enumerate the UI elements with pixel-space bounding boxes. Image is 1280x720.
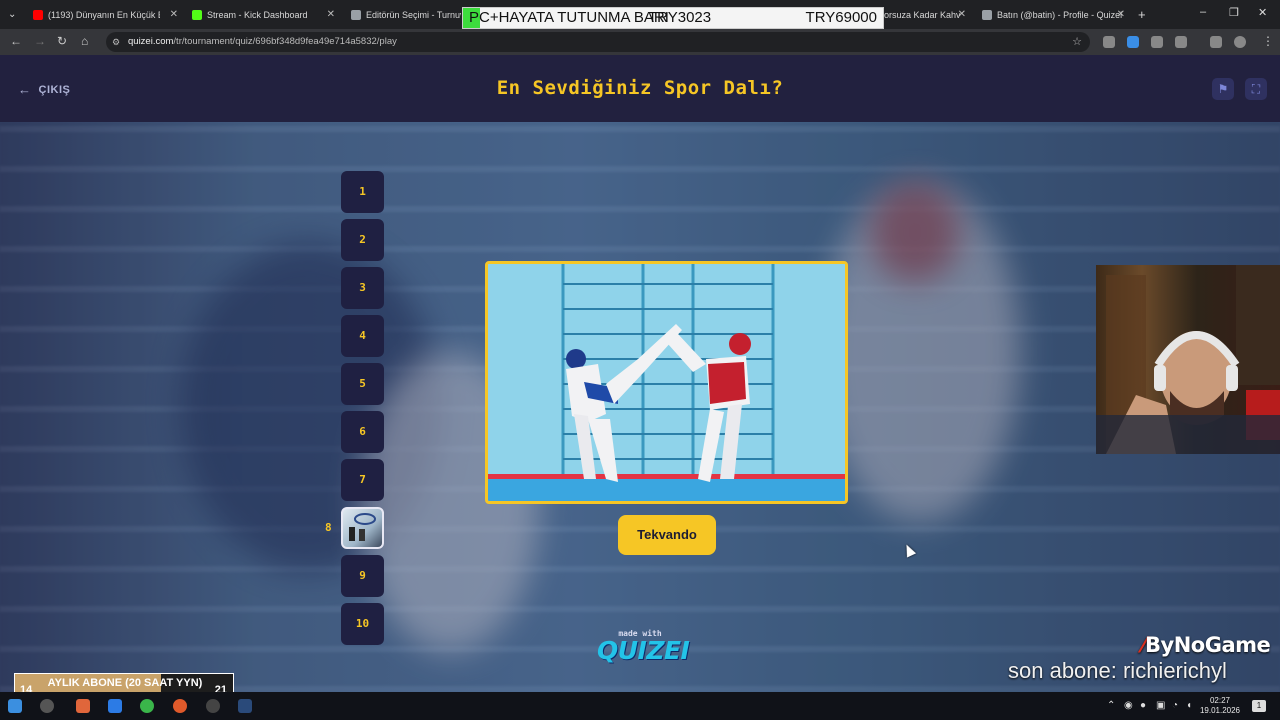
volume-icon[interactable]: ◖ xyxy=(1186,700,1192,711)
youtube-icon xyxy=(33,9,43,20)
forward-icon[interactable]: → xyxy=(34,34,46,48)
round-button-5[interactable]: 5 xyxy=(341,363,384,405)
round-button-8-current[interactable] xyxy=(341,507,384,549)
tab-title: Editörün Seçimi - Turnuva - xyxy=(366,9,461,20)
round-button-10[interactable]: 10 xyxy=(341,603,384,645)
taskbar-clock[interactable]: 02:27 19.01.2026 xyxy=(1198,696,1242,716)
new-tab-button[interactable]: + xyxy=(1138,4,1150,25)
url-bar[interactable]: ⚙ quizei.com/tr/tournament/quiz/696bf348… xyxy=(106,32,1090,52)
close-tab-icon[interactable]: ✕ xyxy=(327,9,335,20)
tab-youtube[interactable]: (1193) Dünyanın En Küçük Evle ✕ xyxy=(33,4,178,25)
quizei-icon xyxy=(351,9,361,20)
close-tab-icon[interactable]: ✕ xyxy=(1117,9,1125,20)
tab-editor-choice[interactable]: Editörün Seçimi - Turnuva - xyxy=(351,4,461,25)
round-button-2[interactable]: 2 xyxy=(341,219,384,261)
tray-chevron-icon[interactable]: ⌃ xyxy=(1107,700,1115,711)
round-button-6[interactable]: 6 xyxy=(341,411,384,453)
donation-goal: TRY69000 xyxy=(805,9,877,26)
tab-profile[interactable]: Batın (@batin) - Profile - Quizei ✕ xyxy=(982,4,1125,25)
microphone-icon[interactable]: ● xyxy=(1140,700,1146,711)
tab-search-button[interactable]: ⌄ xyxy=(8,4,22,25)
notification-center-icon[interactable]: 1 xyxy=(1252,700,1266,712)
reload-icon[interactable]: ↻ xyxy=(57,34,67,48)
extension-icon[interactable] xyxy=(1103,36,1115,48)
quizei-logo: QUIZEI xyxy=(597,636,690,665)
obs-icon[interactable] xyxy=(206,699,220,713)
round-button-9[interactable]: 9 xyxy=(341,555,384,597)
steam-icon[interactable] xyxy=(238,699,252,713)
home-icon[interactable]: ⌂ xyxy=(81,34,88,48)
media-icon[interactable] xyxy=(1210,36,1222,48)
close-tab-icon[interactable]: ✕ xyxy=(958,9,966,20)
bookmark-star-icon[interactable]: ☆ xyxy=(1072,32,1082,52)
tray-icon[interactable]: ◉ xyxy=(1124,700,1133,711)
puzzle-icon[interactable] xyxy=(1175,36,1187,48)
shield-icon[interactable] xyxy=(1151,36,1163,48)
firefox-icon[interactable] xyxy=(173,699,187,713)
back-icon[interactable]: ← xyxy=(10,34,22,48)
streamer-webcam-image xyxy=(1096,265,1280,454)
taekwondo-photo xyxy=(488,264,845,501)
url-domain: quizei.com xyxy=(128,36,174,47)
current-round-indicator: 8 xyxy=(325,521,332,534)
donation-goal-bar: PC+HAYATA TUTUNMA BARI TRY3023 TRY69000 xyxy=(462,7,884,29)
made-with-quizei[interactable]: made with QUIZEI xyxy=(597,629,690,665)
search-icon[interactable] xyxy=(40,699,54,713)
kick-icon xyxy=(192,9,202,20)
menu-icon[interactable]: ⋮ xyxy=(1262,34,1274,48)
minimize-button[interactable]: – xyxy=(1200,6,1206,18)
close-tab-icon[interactable]: ✕ xyxy=(170,9,178,20)
network-icon[interactable]: ▣ xyxy=(1156,700,1165,711)
quiz-header: ← ÇIKIŞ En Sevdiğiniz Spor Dalı? ⚑ ⛶ xyxy=(0,55,1280,122)
streamer-webcam xyxy=(1096,265,1280,454)
fullscreen-icon[interactable]: ⛶ xyxy=(1245,78,1267,100)
tab-kick-dashboard[interactable]: Stream - Kick Dashboard ✕ xyxy=(192,4,335,25)
subscriber-goal-title: AYLIK ABONE (20 SAAT YYN) xyxy=(47,677,203,689)
clock-time: 02:27 xyxy=(1209,696,1231,705)
wifi-icon[interactable]: ◔ xyxy=(1172,700,1178,711)
start-icon[interactable] xyxy=(8,699,22,713)
profile-avatar[interactable] xyxy=(1234,36,1246,48)
tab-title: (1193) Dünyanın En Küçük Evle xyxy=(48,9,160,20)
page-title: En Sevdiğiniz Spor Dalı? xyxy=(496,77,784,99)
donation-bar-label: PC+HAYATA TUTUNMA BARI xyxy=(469,9,669,26)
clock-date: 19.01.2026 xyxy=(1199,706,1241,715)
windows-taskbar: ⌃ ◉ ● ▣ ◔ ◖ 02:27 19.01.2026 1 xyxy=(0,692,1280,720)
round-button-3[interactable]: 3 xyxy=(341,267,384,309)
address-toolbar: ← → ↻ ⌂ ⚙ quizei.com/tr/tournament/quiz/… xyxy=(0,29,1280,55)
answer-label[interactable]: Tekvando xyxy=(618,515,716,555)
tab-title: Stream - Kick Dashboard xyxy=(207,9,308,20)
tab-quiz-other[interactable]: orsuza Kadar Kahv ✕ xyxy=(884,4,966,25)
site-info-icon[interactable]: ⚙ xyxy=(112,32,120,52)
url-path: /tr/tournament/quiz/696bf348d9fea49e714a… xyxy=(173,36,397,47)
donation-current: TRY3023 xyxy=(648,9,712,26)
tab-title: Batın (@batin) - Profile - Quizei xyxy=(997,9,1123,20)
round-button-4[interactable]: 4 xyxy=(341,315,384,357)
app-icon[interactable] xyxy=(108,699,122,713)
app-icon[interactable] xyxy=(76,699,90,713)
extension-icon[interactable] xyxy=(1127,36,1139,48)
tab-title: orsuza Kadar Kahv xyxy=(884,9,961,20)
round-button-7[interactable]: 7 xyxy=(341,459,384,501)
chrome-icon[interactable] xyxy=(140,699,154,713)
quizei-icon xyxy=(982,9,992,20)
last-subscriber-text: son abone: richierichyl xyxy=(1008,658,1227,683)
choice-image-card[interactable] xyxy=(485,261,848,504)
curling-thumbnail-image xyxy=(349,513,376,541)
flag-icon[interactable]: ⚑ xyxy=(1212,78,1234,100)
bynogame-logo: ⁄ByNoGame xyxy=(1142,633,1271,657)
brand-text: ByNoGame xyxy=(1145,633,1271,657)
round-button-1[interactable]: 1 xyxy=(341,171,384,213)
close-window-button[interactable]: ✕ xyxy=(1258,6,1267,19)
maximize-button[interactable]: ❐ xyxy=(1229,6,1239,19)
